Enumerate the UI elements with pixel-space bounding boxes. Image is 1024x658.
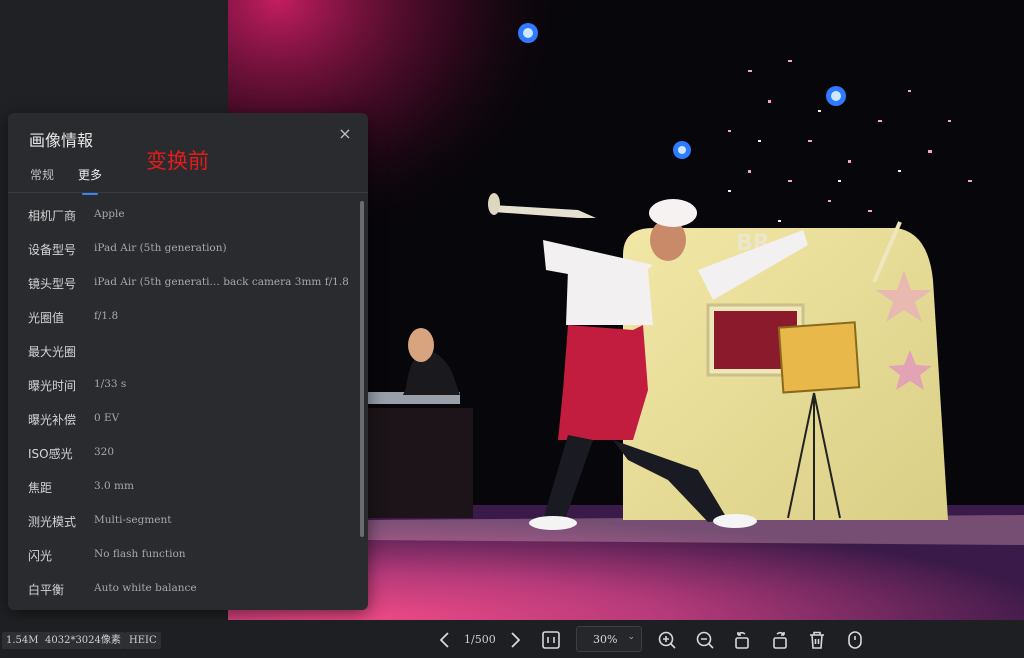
bottom-toolbar: 1.54M 4032*3024像素 HEIC 1/500 30% ⌄ <box>0 620 1024 658</box>
list-item: 闪光 No flash function <box>28 547 358 565</box>
field-value: 1/33 s <box>94 378 127 390</box>
field-value: Apple <box>94 208 125 220</box>
field-label: 设备型号 <box>28 243 77 257</box>
actual-size-icon[interactable] <box>539 628 563 652</box>
list-item: 曝光补偿 0 EV <box>28 411 358 429</box>
panel-tabs: 常规 更多 <box>8 163 368 195</box>
list-item: 光圈值 f/1.8 <box>28 309 358 327</box>
field-label: 光圈值 <box>28 311 65 325</box>
field-value: f/1.8 <box>94 310 119 322</box>
exif-list: 相机厂商 Apple 设备型号 iPad Air (5th generation) … <box>8 197 358 610</box>
field-label: 曝光时间 <box>28 379 77 393</box>
field-value: 0 EV <box>94 412 120 424</box>
rotate-right-icon[interactable] <box>768 628 792 652</box>
delete-icon[interactable] <box>805 628 829 652</box>
list-item: 镜头型号 iPad Air (5th generati… back camera … <box>28 275 358 293</box>
tab-general[interactable]: 常规 <box>30 166 54 183</box>
zoom-out-icon[interactable] <box>693 628 717 652</box>
field-value: Multi-segment <box>94 514 172 526</box>
field-label: 白平衡 <box>28 583 65 597</box>
scrollbar-thumb[interactable] <box>360 201 364 537</box>
format-badge: HEIC <box>125 632 161 649</box>
field-label: 镜头型号 <box>28 277 77 291</box>
field-label: 曝光补偿 <box>28 413 77 427</box>
list-item: ISO感光 320 <box>28 445 358 463</box>
zoom-select[interactable]: 30% ⌄ <box>576 626 642 652</box>
field-value: iPad Air (5th generation) <box>94 242 227 254</box>
scrollbar[interactable] <box>360 201 364 541</box>
list-item: 白平衡 Auto white balance <box>28 581 358 599</box>
zoom-value: 30% <box>593 633 618 646</box>
field-value: No flash function <box>94 548 186 560</box>
next-icon[interactable] <box>503 628 527 652</box>
field-value: 3.0 mm <box>94 480 134 492</box>
tab-more[interactable]: 更多 <box>78 166 102 195</box>
list-item: 相机厂商 Apple <box>28 207 358 225</box>
chevron-down-icon: ⌄ <box>627 632 635 642</box>
list-item: 测光模式 Multi-segment <box>28 513 358 531</box>
field-value: Auto white balance <box>94 582 197 594</box>
page-indicator: 1/500 <box>464 633 496 646</box>
field-label: 测光模式 <box>28 515 77 529</box>
list-item: 曝光时间 1/33 s <box>28 377 358 395</box>
field-value: iPad Air (5th generati… back camera 3mm … <box>94 276 349 288</box>
list-item: 焦距 3.0 mm <box>28 479 358 497</box>
zoom-in-icon[interactable] <box>655 628 679 652</box>
image-info-panel: 画像情報 × 变换前 常规 更多 相机厂商 Apple 设备型号 iPad Air … <box>8 113 368 610</box>
panel-title: 画像情報 <box>29 131 94 150</box>
field-label: 闪光 <box>28 549 53 563</box>
field-value: 320 <box>94 446 115 458</box>
image-viewer-app: BR 画像情報 × 变换前 常规 更多 相机厂商 Apple 设备型号 iPad… <box>0 0 1024 658</box>
resolution-badge: 4032*3024像素 <box>41 632 125 649</box>
file-size-badge: 1.54M <box>2 632 43 649</box>
field-label: 最大光圈 <box>28 345 77 359</box>
info-icon[interactable] <box>843 628 867 652</box>
list-item: 设备型号 iPad Air (5th generation) <box>28 241 358 259</box>
prev-icon[interactable] <box>433 628 457 652</box>
close-icon[interactable]: × <box>336 125 354 143</box>
field-label: ISO感光 <box>28 447 73 461</box>
field-label: 焦距 <box>28 481 53 495</box>
list-item: 最大光圈 <box>28 343 358 361</box>
rotate-left-icon[interactable] <box>730 628 754 652</box>
field-label: 相机厂商 <box>28 209 77 223</box>
